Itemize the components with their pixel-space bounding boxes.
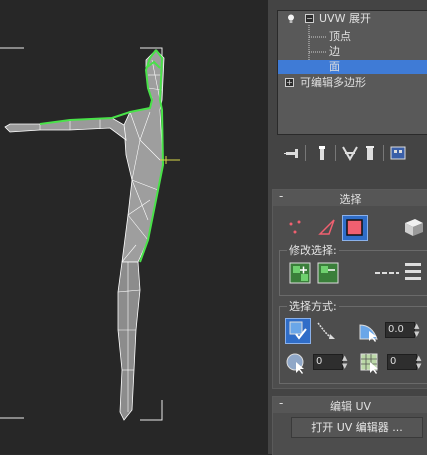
stack-item-editable-poly[interactable]: + 可编辑多边形	[278, 76, 427, 90]
angle-spinner[interactable]: 0.0 ▲ ▼	[385, 322, 423, 338]
stack-item-label: 可编辑多边形	[300, 76, 366, 89]
select-by-path-icon[interactable]	[315, 320, 337, 342]
configure-modifier-sets-icon[interactable]	[389, 144, 407, 162]
pin-stack-icon[interactable]	[283, 144, 301, 162]
material-id-spinner[interactable]: 0 ▲ ▼	[387, 354, 425, 370]
expand-icon[interactable]: +	[285, 78, 294, 87]
make-unique-icon[interactable]	[341, 144, 359, 162]
spinner-arrows-icon[interactable]: ▲ ▼	[414, 322, 422, 338]
mesh-body	[4, 49, 165, 421]
remove-modifier-icon[interactable]	[361, 144, 379, 162]
smoothing-spinner[interactable]: 0 ▲ ▼	[313, 354, 351, 370]
face-mode-button[interactable]	[342, 215, 368, 241]
stack-item-label: 顶点	[329, 30, 351, 43]
rollout-title: 编辑 UV	[329, 400, 372, 413]
command-panel: − UVW 展开 顶点 边 面 + 可编辑多边形 - 选择 修改选择: 选择方式…	[268, 0, 427, 455]
modify-selection-label: 修改选择:	[287, 242, 339, 258]
spinner-arrows-icon[interactable]: ▲ ▼	[416, 354, 424, 370]
face-mode-icon	[346, 219, 363, 236]
toolbar-separator	[383, 145, 384, 161]
shrink-selection-icon[interactable]	[317, 262, 339, 284]
edge-mode-icon[interactable]	[317, 217, 337, 237]
edge-loop-icon[interactable]	[375, 264, 399, 282]
spinner-arrows-icon[interactable]: ▲ ▼	[342, 354, 350, 370]
show-end-result-icon[interactable]	[313, 144, 331, 162]
smoothing-value[interactable]: 0	[313, 354, 343, 370]
element-mode-icon[interactable]	[401, 216, 425, 238]
select-element-uv-icon	[289, 321, 307, 340]
select-by-material-id-icon[interactable]	[359, 352, 381, 374]
selection-rollout: - 选择 修改选择: 选择方式: 0.0 ▲ ▼ 0 ▲ ▼ 0 ▲ ▼	[272, 189, 427, 389]
modifier-stack[interactable]: − UVW 展开 顶点 边 面 + 可编辑多边形	[277, 10, 427, 135]
stack-item-label: 边	[329, 45, 340, 58]
edge-ring-icon[interactable]	[403, 260, 423, 284]
material-id-value[interactable]: 0	[387, 354, 417, 370]
3d-viewport[interactable]	[0, 0, 268, 454]
stack-item-vertex[interactable]: 顶点	[278, 30, 427, 44]
toolbar-separator	[305, 145, 306, 161]
angle-value[interactable]: 0.0	[385, 322, 415, 338]
stack-toolbar	[277, 142, 427, 164]
toolbar-separator	[335, 145, 336, 161]
rollout-header[interactable]: - 选择	[273, 189, 427, 206]
stack-item-label: UVW 展开	[319, 12, 371, 25]
lightbulb-icon[interactable]	[287, 14, 295, 23]
selection-method-label: 选择方式:	[287, 298, 339, 314]
rollout-header[interactable]: - 编辑 UV	[273, 396, 427, 413]
open-uv-editor-button[interactable]: 打开 UV 编辑器 ...	[291, 417, 423, 438]
stack-item-face[interactable]: 面	[278, 60, 427, 74]
rollout-title: 选择	[339, 193, 362, 206]
collapse-icon[interactable]: −	[305, 14, 314, 23]
select-by-smoothing-icon[interactable]	[285, 352, 307, 374]
select-by-element-button[interactable]	[285, 318, 311, 344]
grow-selection-icon[interactable]	[289, 262, 311, 284]
vertex-mode-icon[interactable]	[287, 218, 305, 236]
stack-item-edge[interactable]: 边	[278, 45, 427, 59]
character-mesh-view[interactable]	[0, 0, 268, 454]
stack-item-label: 面	[329, 60, 340, 73]
planar-angle-icon[interactable]	[357, 320, 381, 342]
stack-item-uvw-unwrap[interactable]: − UVW 展开	[278, 12, 427, 26]
edit-uv-rollout: - 编辑 UV 打开 UV 编辑器 ...	[272, 396, 427, 455]
